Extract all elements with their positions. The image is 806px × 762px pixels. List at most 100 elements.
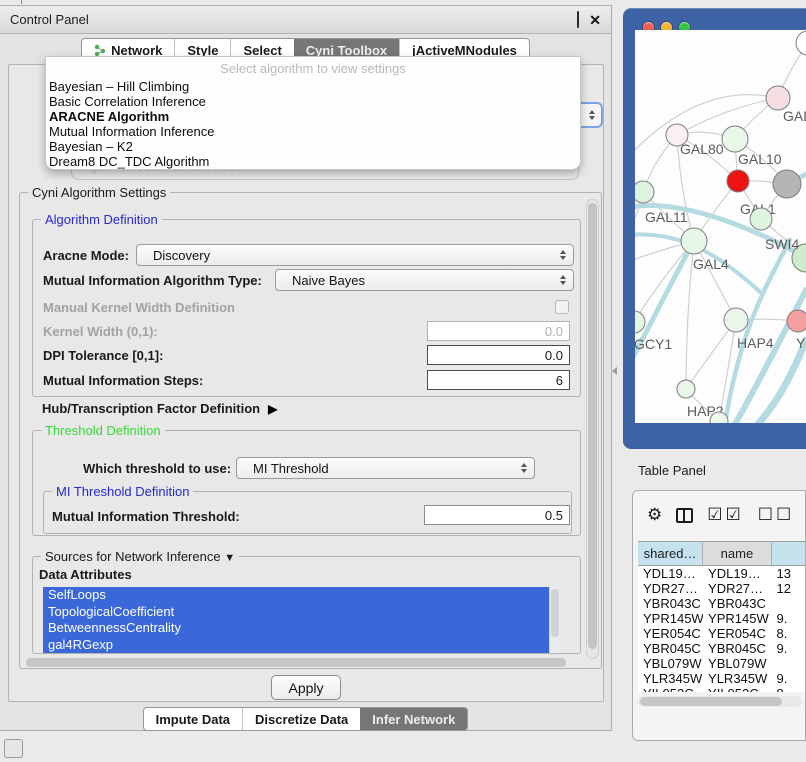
table-row[interactable]: YBL079WYBL079W	[638, 656, 806, 671]
table-row[interactable]: YER054CYER054C8.	[638, 626, 806, 641]
expand-right-arrow-icon[interactable]: ▶	[268, 402, 277, 416]
algorithm-option[interactable]: Bayesian – Hill Climbing	[46, 79, 580, 94]
kernel-width-label: Kernel Width (0,1):	[43, 324, 158, 339]
apply-button[interactable]: Apply	[271, 675, 341, 700]
mi-algorithm-type-label: Mutual Information Algorithm Type:	[43, 273, 262, 288]
network-node-y[interactable]	[787, 310, 806, 332]
table-cell: YDR27…	[638, 581, 703, 596]
bottom-tab-group: Impute DataDiscretize DataInfer Network	[143, 707, 469, 731]
split-column-icon[interactable]	[676, 508, 693, 523]
table-toolbar: ⚙ ☑☑ ☐☐	[633, 491, 805, 539]
mi-threshold-group: MI Threshold Definition Mutual Informati…	[43, 491, 572, 534]
tab-discretize-data[interactable]: Discretize Data	[242, 708, 360, 730]
network-edge[interactable]	[686, 320, 736, 389]
table-cell	[772, 656, 806, 671]
table-cell: YER054C	[638, 626, 703, 641]
table-row[interactable]: YIL052CYIL052C8.	[638, 686, 806, 692]
split-column-glyph	[676, 508, 693, 523]
network-view-window: GALGAL80GAL10GAL1GAL11SWI4GAL4GCY1HAP4YH…	[623, 8, 806, 449]
manual-kernel-width-checkbox[interactable]	[555, 300, 569, 314]
mi-threshold-field[interactable]: 0.5	[424, 505, 570, 525]
node-label: GAL10	[738, 151, 782, 167]
mi-algorithm-type-select[interactable]: Naive Bayes	[275, 269, 574, 291]
dpi-tolerance-field[interactable]: 0.0	[427, 345, 570, 365]
algorithm-option[interactable]: ARACNE Algorithm	[46, 109, 580, 124]
table-panel-title: Table Panel	[638, 463, 706, 478]
network-highlighted-edge[interactable]	[758, 340, 806, 423]
close-icon[interactable]: ✕	[589, 15, 601, 25]
tab-impute-data[interactable]: Impute Data	[144, 708, 242, 730]
select-all-columns-icon[interactable]: ☑☑	[707, 505, 743, 525]
algorithm-list: Bayesian – Hill ClimbingBasic Correlatio…	[46, 79, 580, 169]
network-node[interactable]	[750, 208, 772, 230]
corner-widget-icon[interactable]	[4, 739, 23, 758]
attribute-item[interactable]: BetweennessCentrality	[43, 620, 560, 637]
network-node-gal10[interactable]	[722, 126, 748, 152]
column-header-shared…[interactable]: shared…	[638, 542, 703, 565]
table-row[interactable]: YDR27…YDR27…12	[638, 581, 806, 596]
network-node-gal4[interactable]	[681, 228, 707, 254]
float-window-icon[interactable]	[577, 12, 579, 27]
algorithm-option[interactable]: Dream8 DC_TDC Algorithm	[46, 154, 580, 169]
table-row[interactable]: YPR145WYPR145W9.	[638, 611, 806, 626]
hub-definition-label: Hub/Transcription Factor Definition	[42, 401, 260, 416]
data-attributes-list[interactable]: SelfLoopsTopologicalCoefficientBetweenne…	[43, 587, 560, 653]
network-node-hap2[interactable]	[677, 380, 695, 398]
attributes-list-scrollbar[interactable]	[549, 587, 560, 653]
combo-arrows-icon	[560, 250, 566, 260]
table-row[interactable]: YDL19…YDL19…13	[638, 566, 806, 581]
attributes-scroll-thumb[interactable]	[551, 589, 559, 637]
which-threshold-select[interactable]: MI Threshold	[236, 457, 535, 479]
network-node-hap4[interactable]	[724, 308, 748, 332]
table-horizontal-scrollbar[interactable]	[638, 696, 802, 707]
table-cell: YDL19…	[638, 566, 703, 581]
hub-definition-toggle[interactable]: Hub/Transcription Factor Definition ▶	[42, 401, 277, 416]
node-label: GAL80	[680, 141, 724, 157]
settings-hscroll-thumb[interactable]	[26, 658, 566, 667]
network-canvas[interactable]: GALGAL80GAL10GAL1GAL11SWI4GAL4GCY1HAP4YH…	[635, 30, 806, 423]
which-threshold-value: MI Threshold	[253, 461, 329, 476]
table-row[interactable]: YLR345WYLR345W9.	[638, 671, 806, 686]
mi-steps-field[interactable]: 6	[427, 370, 570, 390]
kernel-width-field[interactable]: 0.0	[427, 321, 570, 341]
column-header-extra[interactable]	[772, 542, 806, 565]
network-node[interactable]	[796, 31, 806, 55]
table-row[interactable]: YBR043CYBR043C	[638, 596, 806, 611]
settings-horizontal-scrollbar[interactable]	[24, 657, 584, 668]
network-node[interactable]	[773, 170, 801, 198]
algorithm-option[interactable]: Basic Correlation Inference	[46, 94, 580, 109]
aracne-mode-select[interactable]: Discovery	[136, 244, 574, 266]
mi-threshold-label: Mutual Information Threshold:	[52, 509, 240, 524]
algorithm-placeholder: Select algorithm to view settings	[46, 57, 580, 79]
table-cell: YIL052C	[638, 686, 703, 692]
algorithm-option[interactable]: Bayesian – K2	[46, 139, 580, 154]
table-cell: YBR043C	[703, 596, 772, 611]
mi-algorithm-type-value: Naive Bayes	[292, 273, 365, 288]
attribute-item[interactable]: SelfLoops	[43, 587, 560, 604]
column-header-name[interactable]: name	[703, 542, 772, 565]
settings-vscroll-thumb[interactable]	[588, 203, 597, 649]
table-cell: 9.	[772, 611, 806, 626]
node-table[interactable]: shared…nameYDL19…YDL19…13YDR27…YDR27…12Y…	[638, 541, 806, 692]
attribute-item[interactable]: gal4RGexp	[43, 637, 560, 654]
network-node-gal1[interactable]	[727, 170, 749, 192]
cyni-settings-legend: Cyni Algorithm Settings	[28, 185, 170, 200]
table-cell: YPR145W	[638, 611, 703, 626]
collapse-down-arrow-icon[interactable]: ▼	[224, 552, 235, 564]
table-hscroll-thumb[interactable]	[640, 697, 782, 706]
network-node-gal11[interactable]	[635, 181, 654, 203]
tab-infer-network[interactable]: Infer Network	[360, 708, 467, 730]
network-node-gal[interactable]	[766, 86, 790, 110]
algorithm-dropdown-popup: Select algorithm to view settings Bayesi…	[45, 56, 581, 170]
algorithm-option[interactable]: Mutual Information Inference	[46, 124, 580, 139]
combo-arrows-icon	[521, 463, 527, 473]
settings-gear-icon[interactable]: ⚙	[647, 505, 662, 525]
table-row[interactable]: YBR045CYBR045C9.	[638, 641, 806, 656]
panel-resize-grip[interactable]	[612, 367, 617, 375]
attribute-item[interactable]: TopologicalCoefficient	[43, 604, 560, 621]
unselect-all-columns-icon[interactable]: ☐☐	[758, 505, 794, 525]
top-edge-tick	[21, 0, 22, 4]
settings-vertical-scrollbar[interactable]	[586, 199, 599, 659]
node-label: GAL	[783, 108, 806, 124]
network-node-gcy1[interactable]	[635, 311, 645, 333]
